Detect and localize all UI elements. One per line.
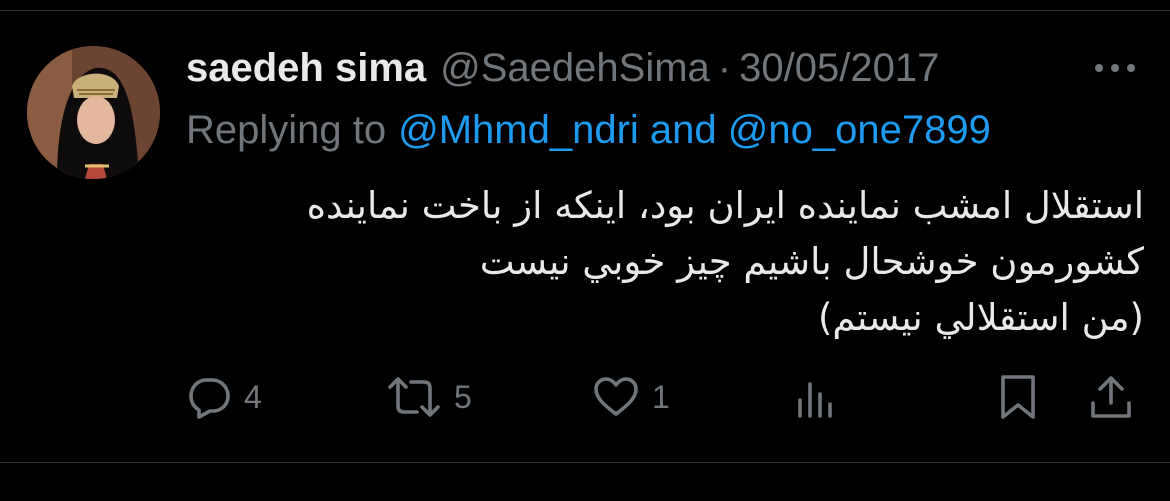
reply-button[interactable]: 4 xyxy=(186,366,262,428)
bottom-divider xyxy=(0,462,1170,463)
tweet-body-line: (من استقلالي نیستم) xyxy=(818,296,1144,339)
display-name[interactable]: saedeh sima xyxy=(186,46,426,91)
tweet[interactable]: saedeh sima @SaedehSima · 30/05/2017 Rep… xyxy=(0,0,1170,451)
retweet-button[interactable]: 5 xyxy=(386,366,472,428)
tweet-body: استقلال امشب نماینده ایران بود، اینکه از… xyxy=(186,178,1144,346)
more-button[interactable] xyxy=(1090,48,1140,88)
retweet-icon xyxy=(386,374,442,420)
tweet-body-line: کشورمون خوشحال باشیم چیز خوبي نیست xyxy=(479,240,1144,283)
tweet-body-line: استقلال امشب نماینده ایران بود، اینکه از… xyxy=(306,184,1144,227)
reply-icon xyxy=(186,374,232,420)
action-bar: 4 5 1 xyxy=(186,366,1141,428)
more-icon xyxy=(1094,63,1136,73)
share-icon xyxy=(1088,373,1134,421)
reply-count: 4 xyxy=(244,378,262,415)
replying-to: Replying to @Mhmd_ndri and @no_one7899 xyxy=(186,102,991,158)
user-handle[interactable]: @SaedehSima xyxy=(440,46,710,91)
tweet-date[interactable]: 30/05/2017 xyxy=(739,46,939,91)
like-count: 1 xyxy=(652,378,670,415)
share-button[interactable] xyxy=(1088,366,1134,428)
retweet-count: 5 xyxy=(454,378,472,415)
replying-users-link[interactable]: @Mhmd_ndri and @no_one7899 xyxy=(398,108,991,153)
tweet-header: saedeh sima @SaedehSima · 30/05/2017 xyxy=(186,38,939,98)
bookmark-icon xyxy=(998,373,1038,421)
views-button[interactable] xyxy=(794,366,840,428)
avatar[interactable] xyxy=(27,46,160,179)
bookmark-button[interactable] xyxy=(998,366,1038,428)
like-button[interactable]: 1 xyxy=(592,366,670,428)
replying-prefix: Replying to xyxy=(186,107,387,152)
separator-dot: · xyxy=(717,45,732,90)
views-icon xyxy=(794,374,840,420)
avatar-image xyxy=(27,46,160,179)
like-icon xyxy=(592,374,640,420)
